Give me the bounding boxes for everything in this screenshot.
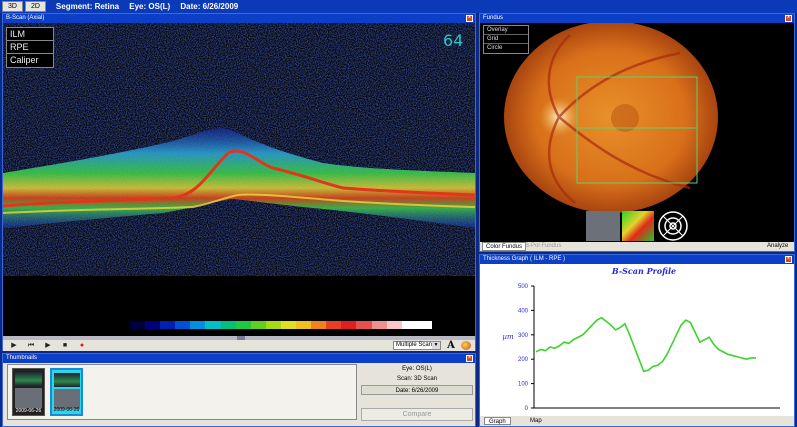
info-scan: Scan: 3D Scan xyxy=(396,376,438,382)
thickness-graph-panel: Thickness Graph ( ILM - RPE ) × B-Scan P… xyxy=(479,254,795,427)
bscan-panel-title: B-Scan (Axial) xyxy=(3,14,475,23)
annotation-tool-icon[interactable]: A xyxy=(445,340,457,351)
thumb-bscan-preview xyxy=(15,372,42,386)
fundus-panel: Fundus × Overlay Grid Circle Color Fundu… xyxy=(479,13,795,252)
projection-thumbnail[interactable] xyxy=(586,211,620,241)
stop-icon[interactable]: ■ xyxy=(58,341,72,350)
segment-label: Segment: Retina xyxy=(55,2,120,11)
scan-mode-value: Multiple Scans xyxy=(396,342,436,348)
thumbnail-date: 2009-06-26 xyxy=(53,407,80,413)
thumbnails-close-icon[interactable]: × xyxy=(466,355,473,362)
y-tick-label: 400 xyxy=(518,308,529,314)
thumbnails-panel: Thumbnails × 2009-06-26 2009-06-26 Eye: … xyxy=(2,353,476,427)
y-axis-label: µm xyxy=(502,333,514,341)
chevron-down-icon: ▼ xyxy=(432,342,440,349)
tab-analyze[interactable]: Analyze xyxy=(764,242,791,251)
playback-controls: ▶ ⏮ ▶ ■ ● Multiple Scans ▼ A xyxy=(3,340,475,351)
eye-label: Eye: OS(L) xyxy=(129,2,171,11)
menu-overlay[interactable]: Overlay xyxy=(484,26,528,35)
scan-mode-select[interactable]: Multiple Scans ▼ xyxy=(393,341,441,350)
y-tick-label: 100 xyxy=(518,382,529,388)
tab-graph[interactable]: Graph xyxy=(484,417,511,425)
thickness-map-thumbnail[interactable] xyxy=(622,211,654,241)
info-date: Date: 6/26/2009 xyxy=(361,385,473,395)
y-tick-label: 500 xyxy=(518,284,529,290)
chart-title: B-Scan Profile xyxy=(611,266,676,276)
scan-info: Eye: OS(L) Scan: 3D Scan Date: 6/26/2009 xyxy=(361,364,473,395)
scan-thumbnail[interactable]: 2009-06-26 xyxy=(12,368,45,416)
y-tick-label: 0 xyxy=(525,406,529,412)
date-label: Date: 6/26/2009 xyxy=(180,2,239,11)
info-eye: Eye: OS(L) xyxy=(402,366,432,372)
fundus-image[interactable] xyxy=(480,23,794,242)
bscan-panel: B-Scan (Axial) × ILM RPE Caliper 64 ▶ ⏮ … xyxy=(2,13,476,351)
layer-caliper[interactable]: Caliper xyxy=(7,54,53,67)
thumb-fundus-preview xyxy=(15,388,42,408)
tab-3d[interactable]: 3D xyxy=(2,1,23,12)
y-tick-label: 200 xyxy=(518,357,529,363)
oct-image xyxy=(3,23,475,253)
fundus-overlay-menu: Overlay Grid Circle xyxy=(483,25,529,54)
frame-number: 64 xyxy=(443,31,464,50)
fundus-panel-title: Fundus xyxy=(480,14,794,23)
record-icon[interactable]: ● xyxy=(75,341,89,350)
fundus-tabs: Color Fundus B-Pol Fundus Analyze xyxy=(480,242,794,251)
thickness-tabs: Graph Map xyxy=(480,416,794,426)
tab-color-fundus[interactable]: Color Fundus xyxy=(482,242,527,251)
exam-title: Segment: Retina Eye: OS(L) Date: 6/26/20… xyxy=(56,2,246,11)
thickness-close-icon[interactable]: × xyxy=(785,256,792,263)
menu-circle[interactable]: Circle xyxy=(484,44,528,53)
skip-start-icon[interactable]: ⏮ xyxy=(24,341,38,350)
layer-list: ILM RPE Caliper xyxy=(6,27,54,68)
thumbnail-list: 2009-06-26 2009-06-26 xyxy=(7,364,357,420)
prev-frame-icon[interactable]: ▶ xyxy=(7,341,21,350)
fundus-close-icon[interactable]: × xyxy=(785,15,792,22)
compare-button[interactable]: Compare xyxy=(361,408,473,421)
b-scan-profile-chart: B-Scan Profile µm 0 100 200 300 400 500 xyxy=(502,266,780,412)
intensity-colorbar xyxy=(130,321,432,329)
bscan-close-icon[interactable]: × xyxy=(466,15,473,22)
tab-2d[interactable]: 2D xyxy=(24,1,46,12)
bscan-image[interactable]: ILM RPE Caliper 64 xyxy=(3,23,475,340)
tab-bpol-fundus[interactable]: B-Pol Fundus xyxy=(522,242,564,251)
thumbnail-date: 2009-06-26 xyxy=(15,408,42,414)
scan-thumbnail-selected[interactable]: 2009-06-26 xyxy=(50,368,83,416)
profile-series-line xyxy=(535,316,756,373)
thumbnails-panel-title: Thumbnails xyxy=(3,354,475,363)
tab-map[interactable]: Map xyxy=(526,417,546,425)
etdrs-grid-icon[interactable] xyxy=(656,211,690,241)
thickness-panel-title: Thickness Graph ( ILM - RPE ) xyxy=(480,255,794,264)
y-tick-label: 300 xyxy=(518,333,529,339)
thumb-fundus-preview xyxy=(54,389,80,409)
thumb-bscan-preview xyxy=(54,373,80,387)
layer-ilm[interactable]: ILM xyxy=(7,28,53,41)
menu-grid[interactable]: Grid xyxy=(484,35,528,44)
chart-axes xyxy=(533,286,780,409)
color-tool-icon[interactable] xyxy=(461,341,471,350)
top-title-bar: 3D 2D Segment: Retina Eye: OS(L) Date: 6… xyxy=(0,0,797,13)
layer-rpe[interactable]: RPE xyxy=(7,41,53,54)
play-icon[interactable]: ▶ xyxy=(41,341,55,350)
